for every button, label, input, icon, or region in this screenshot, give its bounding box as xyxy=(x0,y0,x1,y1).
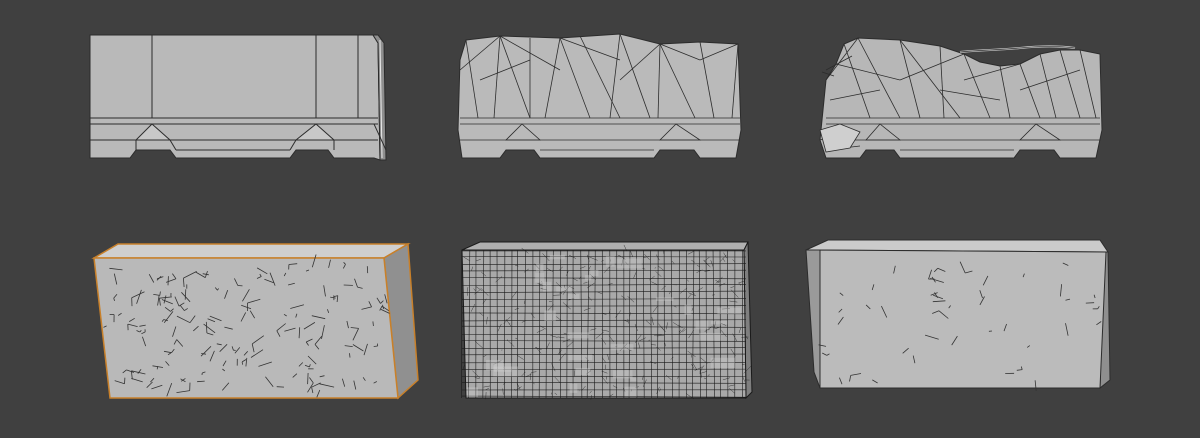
block-sparse[interactable] xyxy=(805,239,1111,391)
highlight-patch xyxy=(535,263,544,272)
highlight-patch xyxy=(695,320,709,330)
highlight-patch xyxy=(605,256,615,267)
highlight-patch xyxy=(710,320,728,325)
highlight-patch xyxy=(544,310,556,321)
highlight-patch xyxy=(717,307,742,314)
mesh-edge xyxy=(373,345,378,347)
highlight-patch xyxy=(710,357,735,369)
highlight-patch xyxy=(624,386,637,397)
3d-viewport[interactable] xyxy=(0,0,1200,438)
barrier-rough[interactable] xyxy=(457,33,742,159)
highlight-patch xyxy=(655,297,674,301)
highlight-patch xyxy=(535,272,545,283)
highlight-patch xyxy=(549,254,565,260)
mesh-edge xyxy=(349,353,351,358)
highlight-patch xyxy=(684,304,692,315)
block-selected[interactable] xyxy=(91,242,419,400)
highlight-patch xyxy=(556,286,572,292)
highlight-patch xyxy=(575,367,591,376)
mesh-edge xyxy=(307,372,309,385)
highlight-patch xyxy=(610,344,634,351)
barrier-broken[interactable] xyxy=(819,37,1103,159)
mesh-edge xyxy=(372,321,374,327)
highlight-patch xyxy=(613,370,633,379)
highlight-patch xyxy=(466,387,478,397)
highlight-patch xyxy=(568,354,593,361)
highlight-patch xyxy=(569,383,578,393)
block-dense[interactable] xyxy=(461,241,753,400)
highlight-patch xyxy=(486,359,504,371)
highlight-patch xyxy=(542,281,552,292)
highlight-patch xyxy=(616,258,642,269)
scene-canvas[interactable] xyxy=(0,0,1200,438)
highlight-patch xyxy=(567,332,590,339)
barrier-clean[interactable] xyxy=(89,34,387,161)
highlight-patch xyxy=(699,332,722,341)
highlight-patch xyxy=(567,294,580,299)
highlight-patch xyxy=(590,270,599,277)
